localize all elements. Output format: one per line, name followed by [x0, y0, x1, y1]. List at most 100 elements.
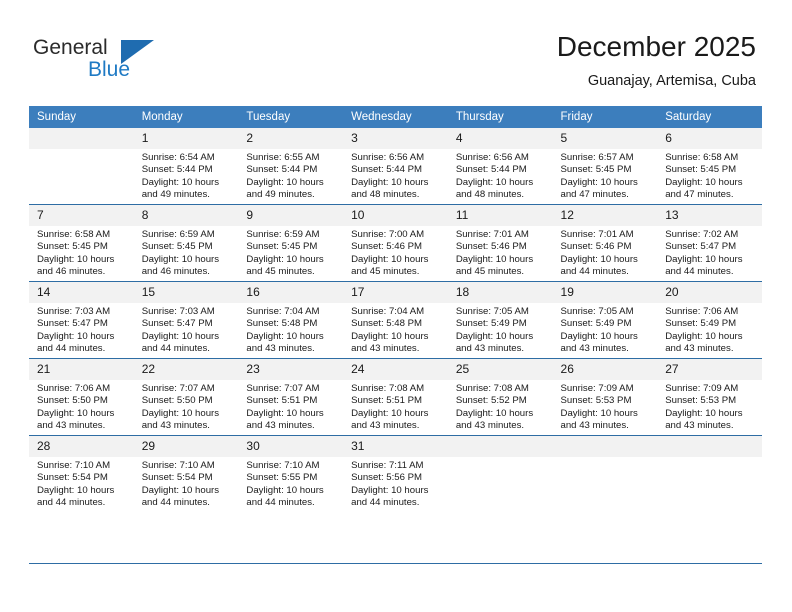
calendar-day-cell[interactable]: 7 Sunrise: 6:58 AM Sunset: 5:45 PM Daylight… [29, 204, 134, 282]
day-details: Sunrise: 7:01 AM Sunset: 5:46 PM Daylight:… [448, 226, 553, 278]
calendar-day-cell[interactable]: 3 Sunrise: 6:56 AM Sunset: 5:44 PM Daylight… [343, 128, 448, 205]
calendar-day-cell[interactable]: 27 Sunrise: 7:09 AM Sunset: 5:53 PM Dayligh… [657, 358, 762, 436]
day-number: 30 [238, 436, 344, 457]
calendar-day-cell[interactable]: 6 Sunrise: 6:58 AM Sunset: 5:45 PM Daylight… [657, 128, 762, 205]
day-number: 6 [657, 128, 762, 149]
calendar-day-cell-empty [657, 435, 762, 512]
day-number: 26 [552, 359, 658, 380]
daylight-text-cont: and 48 minutes. [455, 188, 525, 200]
day-number: 31 [343, 436, 448, 457]
day-number: 28 [29, 436, 134, 457]
day-details: Sunrise: 6:58 AM Sunset: 5:45 PM Daylight:… [29, 226, 134, 278]
daylight-text-cont: and 44 minutes. [37, 496, 106, 508]
calendar-day-cell[interactable]: 31 Sunrise: 7:11 AM Sunset: 5:56 PM Dayligh… [343, 435, 448, 512]
day-number: 13 [657, 205, 762, 226]
calendar-day-cell[interactable]: 22 Sunrise: 7:07 AM Sunset: 5:50 PM Dayligh… [133, 358, 239, 436]
day-details: Sunrise: 7:06 AM Sunset: 5:49 PM Daylight:… [657, 303, 762, 355]
sunset-text: Sunset: 5:55 PM [246, 472, 318, 484]
sunset-text: Sunset: 5:51 PM [246, 395, 318, 407]
sunset-text: Sunset: 5:44 PM [141, 164, 213, 176]
daylight-text-cont: and 44 minutes. [665, 265, 734, 277]
day-number [447, 436, 553, 457]
daylight-text: Daylight: 10 hours [351, 484, 429, 496]
day-number: 25 [447, 359, 553, 380]
day-details: Sunrise: 7:09 AM Sunset: 5:53 PM Daylight:… [553, 380, 658, 432]
calendar-day-cell[interactable]: 25 Sunrise: 7:08 AM Sunset: 5:52 PM Dayligh… [447, 358, 553, 436]
calendar-day-cell[interactable]: 2 Sunrise: 6:55 AM Sunset: 5:44 PM Daylight… [238, 128, 344, 205]
daylight-text-cont: and 44 minutes. [351, 496, 420, 508]
calendar-day-cell[interactable]: 4 Sunrise: 6:56 AM Sunset: 5:44 PM Daylight… [447, 128, 553, 205]
day-cell-inner: 28 Sunrise: 7:10 AM Sunset: 5:54 PM Dayligh… [29, 436, 134, 512]
calendar-day-cell[interactable]: 24 Sunrise: 7:08 AM Sunset: 5:51 PM Dayligh… [343, 358, 448, 436]
daylight-text-cont: and 43 minutes. [141, 419, 210, 431]
daylight-text: Daylight: 10 hours [246, 253, 324, 265]
calendar-day-cell[interactable]: 1 Sunrise: 6:54 AM Sunset: 5:44 PM Daylight… [133, 128, 239, 205]
sunset-text: Sunset: 5:49 PM [455, 318, 527, 330]
day-number [29, 128, 134, 149]
sunset-text: Sunset: 5:46 PM [351, 241, 423, 253]
day-number: 24 [343, 359, 448, 380]
day-number: 10 [343, 205, 448, 226]
calendar-day-cell[interactable]: 26 Sunrise: 7:09 AM Sunset: 5:53 PM Dayligh… [552, 358, 658, 436]
sunset-text: Sunset: 5:45 PM [665, 164, 737, 176]
daylight-text-cont: and 43 minutes. [246, 342, 315, 354]
sunset-text: Sunset: 5:51 PM [351, 395, 423, 407]
calendar-day-cell[interactable]: 19 Sunrise: 7:05 AM Sunset: 5:49 PM Dayligh… [552, 281, 658, 359]
sunset-text: Sunset: 5:54 PM [37, 472, 108, 484]
calendar-day-cell[interactable]: 11 Sunrise: 7:01 AM Sunset: 5:46 PM Dayligh… [447, 204, 553, 282]
calendar-day-cell[interactable]: 30 Sunrise: 7:10 AM Sunset: 5:55 PM Dayligh… [238, 435, 344, 512]
title-block: December 2025 Guanajay, Artemisa, Cuba [557, 30, 756, 90]
calendar-day-cell[interactable]: 16 Sunrise: 7:04 AM Sunset: 5:48 PM Dayligh… [238, 281, 344, 359]
logo-text-blue: Blue [88, 58, 131, 81]
daylight-text: Daylight: 10 hours [455, 253, 534, 265]
sunrise-text: Sunrise: 7:03 AM [141, 306, 215, 317]
calendar-day-cell[interactable]: 5 Sunrise: 6:57 AM Sunset: 5:45 PM Daylight… [552, 128, 658, 205]
day-number: 20 [657, 282, 762, 303]
day-number: 1 [133, 128, 239, 149]
sunset-text: Sunset: 5:47 PM [141, 318, 213, 330]
sunset-text: Sunset: 5:54 PM [141, 472, 213, 484]
calendar-day-cell[interactable]: 9 Sunrise: 6:59 AM Sunset: 5:45 PM Daylight… [238, 204, 344, 282]
calendar-day-cell[interactable]: 28 Sunrise: 7:10 AM Sunset: 5:54 PM Dayligh… [29, 435, 134, 512]
calendar-day-cell[interactable]: 14 Sunrise: 7:03 AM Sunset: 5:47 PM Dayligh… [29, 281, 134, 359]
daylight-text-cont: and 44 minutes. [141, 342, 210, 354]
sunrise-text: Sunrise: 7:04 AM [351, 306, 425, 317]
calendar-day-cell[interactable]: 8 Sunrise: 6:59 AM Sunset: 5:45 PM Daylight… [133, 204, 239, 282]
calendar-day-cell-empty [447, 435, 553, 512]
calendar-day-cell[interactable]: 10 Sunrise: 7:00 AM Sunset: 5:46 PM Dayligh… [343, 204, 448, 282]
daylight-text: Daylight: 10 hours [665, 330, 743, 342]
calendar-day-cell[interactable]: 12 Sunrise: 7:01 AM Sunset: 5:46 PM Dayligh… [552, 204, 658, 282]
generalblue-logo[interactable]: General Blue [33, 36, 163, 86]
sunrise-text: Sunrise: 7:03 AM [37, 306, 111, 317]
sunset-text: Sunset: 5:48 PM [351, 318, 423, 330]
sunset-text: Sunset: 5:44 PM [246, 164, 318, 176]
calendar-day-cell[interactable]: 20 Sunrise: 7:06 AM Sunset: 5:49 PM Dayligh… [657, 281, 762, 359]
day-cell-inner: 9 Sunrise: 6:59 AM Sunset: 5:45 PM Daylight… [238, 205, 344, 281]
sunrise-text: Sunrise: 7:08 AM [455, 383, 529, 394]
day-number: 23 [238, 359, 344, 380]
day-details: Sunrise: 7:04 AM Sunset: 5:48 PM Daylight:… [238, 303, 343, 355]
day-details: Sunrise: 7:02 AM Sunset: 5:47 PM Daylight:… [657, 226, 762, 278]
page-subtitle: Guanajay, Artemisa, Cuba [587, 73, 756, 89]
daylight-text-cont: and 43 minutes. [665, 342, 734, 354]
day-number: 11 [447, 205, 553, 226]
sunset-text: Sunset: 5:45 PM [246, 241, 318, 253]
calendar-day-cell[interactable]: 13 Sunrise: 7:02 AM Sunset: 5:47 PM Dayligh… [657, 204, 762, 282]
day-details: Sunrise: 7:06 AM Sunset: 5:50 PM Daylight:… [29, 380, 134, 432]
daylight-text: Daylight: 10 hours [246, 407, 324, 419]
logo-text-general: General [33, 36, 108, 59]
calendar-day-cell[interactable]: 17 Sunrise: 7:04 AM Sunset: 5:48 PM Dayligh… [343, 281, 448, 359]
daylight-text-cont: and 43 minutes. [351, 342, 420, 354]
calendar-day-cell[interactable]: 23 Sunrise: 7:07 AM Sunset: 5:51 PM Dayligh… [238, 358, 344, 436]
sunset-text: Sunset: 5:56 PM [351, 472, 423, 484]
daylight-text: Daylight: 10 hours [665, 176, 743, 188]
calendar-day-cell[interactable]: 29 Sunrise: 7:10 AM Sunset: 5:54 PM Dayligh… [133, 435, 239, 512]
daylight-text: Daylight: 10 hours [246, 484, 324, 496]
day-number: 18 [447, 282, 553, 303]
calendar-day-cell[interactable]: 18 Sunrise: 7:05 AM Sunset: 5:49 PM Dayligh… [447, 281, 553, 359]
calendar-day-cell[interactable]: 15 Sunrise: 7:03 AM Sunset: 5:47 PM Dayligh… [133, 281, 239, 359]
day-cell-inner: 19 Sunrise: 7:05 AM Sunset: 5:49 PM Dayligh… [552, 282, 658, 358]
day-cell-inner: 25 Sunrise: 7:08 AM Sunset: 5:52 PM Dayligh… [447, 359, 553, 435]
calendar-day-cell[interactable]: 21 Sunrise: 7:06 AM Sunset: 5:50 PM Dayligh… [29, 358, 134, 436]
daylight-text-cont: and 45 minutes. [246, 265, 315, 277]
